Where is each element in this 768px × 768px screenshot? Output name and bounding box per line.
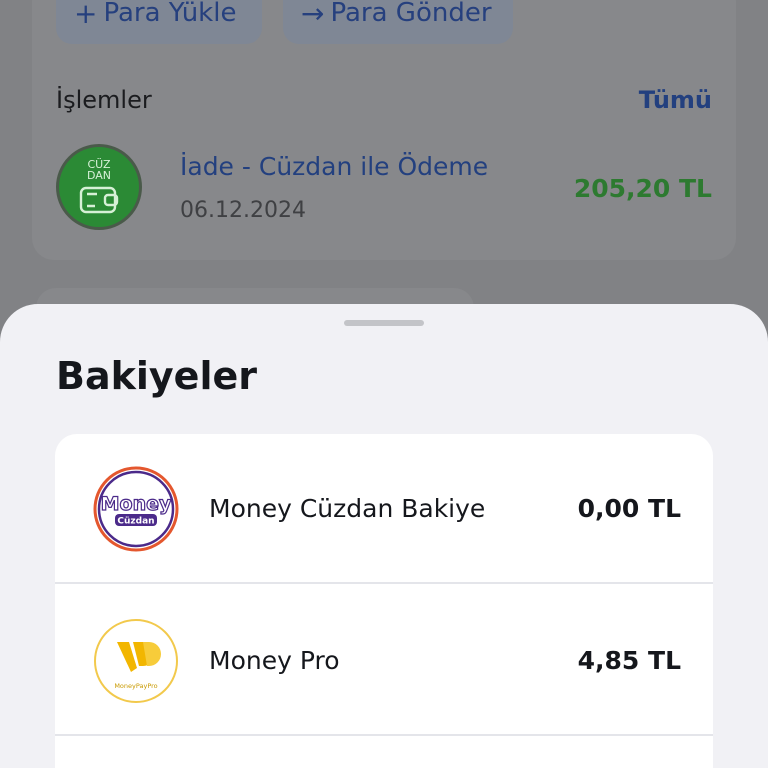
transaction-name: İade - Cüzdan ile Ödeme: [180, 152, 489, 181]
wallet-icon: CÜZ DAN: [56, 144, 142, 230]
load-money-button[interactable]: + Para Yükle: [56, 0, 262, 44]
money-logo-word: Money: [101, 493, 172, 515]
balance-value: 4,85 TL: [577, 646, 681, 675]
sheet-grabber-handle[interactable]: [344, 320, 424, 326]
money-pro-logo-text: MoneyPayPro: [114, 682, 157, 690]
transaction-date: 06.12.2024: [180, 198, 306, 223]
transactions-header: İşlemler Tümü: [56, 86, 712, 114]
money-pro-logo-icon: MoneyPayPro: [93, 618, 179, 704]
transaction-row[interactable]: CÜZ DAN İade - Cüzdan ile Ödeme 06.12.20…: [56, 144, 712, 230]
balance-row-money-pro[interactable]: MoneyPayPro Money Pro 4,85 TL: [55, 586, 713, 736]
plus-icon: +: [74, 0, 98, 30]
balance-row-money-wallet[interactable]: Money Cüzdan Money Cüzdan Bakiye 0,00 TL: [55, 434, 713, 584]
see-all-link[interactable]: Tümü: [639, 86, 712, 114]
send-money-label: Para Gönder: [330, 0, 492, 28]
money-wallet-logo-icon: Money Cüzdan: [93, 466, 179, 552]
money-logo-sub: Cüzdan: [117, 517, 154, 527]
balances-list: Money Cüzdan Money Cüzdan Bakiye 0,00 TL…: [55, 434, 713, 768]
svg-text:DAN: DAN: [87, 169, 111, 182]
arrow-right-icon: →: [301, 0, 325, 30]
balances-bottom-sheet: Bakiyeler Money Cüzdan Money Cüzdan Baki…: [0, 304, 768, 768]
balance-row-partial[interactable]: [55, 738, 713, 768]
transaction-amount: 205,20 TL: [573, 174, 712, 203]
load-money-label: Para Yükle: [103, 0, 237, 28]
balance-label: Money Pro: [209, 646, 340, 675]
send-money-button[interactable]: → Para Gönder: [283, 0, 513, 44]
balance-value: 0,00 TL: [577, 494, 681, 523]
transactions-title: İşlemler: [56, 86, 152, 114]
balance-label: Money Cüzdan Bakiye: [209, 494, 486, 523]
sheet-title: Bakiyeler: [56, 354, 257, 398]
